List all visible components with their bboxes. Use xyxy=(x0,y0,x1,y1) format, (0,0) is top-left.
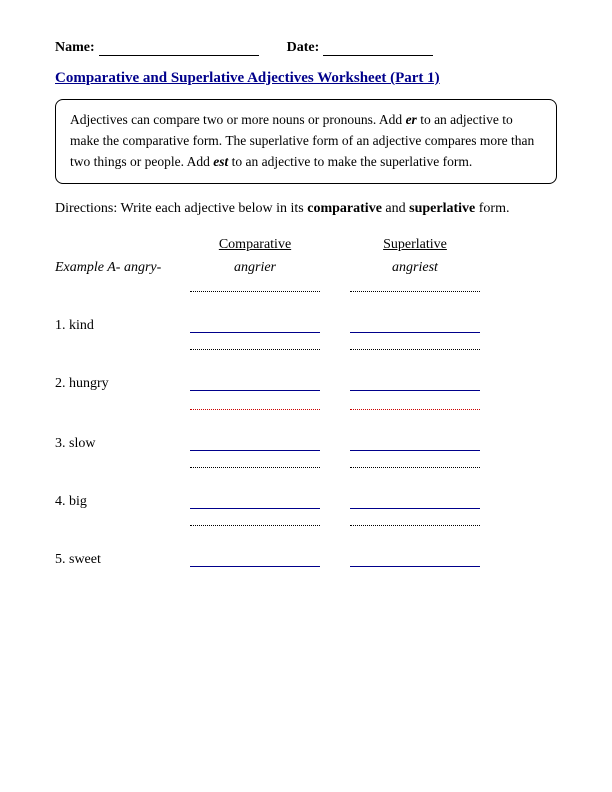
item-3-sup-dotted-line xyxy=(350,467,480,468)
item-5-sup-line[interactable] xyxy=(350,553,480,567)
item-2-comp-red-dotted-line xyxy=(190,409,320,410)
item-3-dotted-row xyxy=(55,457,557,479)
item-5-sup-col xyxy=(335,550,495,570)
item-4-dotted-row xyxy=(55,515,557,537)
item-4-sup-line[interactable] xyxy=(350,495,480,509)
example-superlative-text: angriest xyxy=(350,260,480,276)
example-sup-dotted-line xyxy=(350,291,480,292)
item-2-group: 2. hungry xyxy=(55,365,557,395)
worksheet-title: Comparative and Superlative Adjectives W… xyxy=(55,70,557,87)
comparative-header: Comparative xyxy=(175,237,335,253)
item-4-comp-line[interactable] xyxy=(190,495,320,509)
item-4-group: 4. big xyxy=(55,483,557,537)
item-4-comp-col xyxy=(175,492,335,512)
item-1-comp-dotted-line xyxy=(190,349,320,350)
item-3-sup-line[interactable] xyxy=(350,437,480,451)
item-2-sup-red-dotted-line xyxy=(350,409,480,410)
item-1-dotted-row xyxy=(55,339,557,361)
item-4-sup-dotted xyxy=(335,522,495,529)
item-4-label: 4. big xyxy=(55,494,175,510)
item-4-sup-dotted-line xyxy=(350,525,480,526)
item-5-comp-line[interactable] xyxy=(190,553,320,567)
item-5-group: 5. sweet xyxy=(55,541,557,571)
item-3-sup-dotted xyxy=(335,464,495,471)
item-3-group: 3. slow xyxy=(55,425,557,479)
date-label: Date: xyxy=(287,40,320,56)
item-2-comp-col xyxy=(175,374,335,394)
item-1-comp-line[interactable] xyxy=(190,319,320,333)
info-text-1: Adjectives can compare two or more nouns… xyxy=(70,112,534,169)
item-5-row: 5. sweet xyxy=(55,549,557,571)
item-2-sup-col xyxy=(335,374,495,394)
item-1-sup-col xyxy=(335,316,495,336)
item-3-row: 3. slow xyxy=(55,433,557,455)
example-sup-dotted xyxy=(335,288,495,295)
superlative-header: Superlative xyxy=(335,237,495,253)
item-2-sup-line[interactable] xyxy=(350,377,480,391)
item-5-label: 5. sweet xyxy=(55,552,175,568)
name-field[interactable] xyxy=(99,55,259,56)
example-row-group: Example A- angry- angrier angriest xyxy=(55,257,557,303)
item-1-label: 1. kind xyxy=(55,318,175,334)
item-2-comp-red-dotted xyxy=(175,406,335,413)
item-2-row: 2. hungry xyxy=(55,373,557,395)
item-3-comp-col xyxy=(175,434,335,454)
example-comp-dotted xyxy=(175,288,335,295)
item-1-sup-dotted-line xyxy=(350,349,480,350)
item-1-sup-line[interactable] xyxy=(350,319,480,333)
item-2-red-dotted-row xyxy=(55,399,557,421)
item-2-label: 2. hungry xyxy=(55,376,175,392)
item-2-comp-line[interactable] xyxy=(190,377,320,391)
name-label: Name: xyxy=(55,40,95,56)
item-1-comp-col xyxy=(175,316,335,336)
item-3-sup-col xyxy=(335,434,495,454)
example-label: Example A- angry- xyxy=(55,260,175,276)
item-3-comp-dotted-line xyxy=(190,467,320,468)
item-2-sup-red-dotted xyxy=(335,406,495,413)
directions-prefix: Directions: Write each adjective below i… xyxy=(55,201,509,216)
item-3-comp-line[interactable] xyxy=(190,437,320,451)
example-dotted-row xyxy=(55,281,557,303)
example-comparative-text: angrier xyxy=(190,260,320,276)
example-comparative-col: angrier xyxy=(175,260,335,276)
item-1-comp-dotted xyxy=(175,346,335,353)
item-1-row: 1. kind xyxy=(55,315,557,337)
directions: Directions: Write each adjective below i… xyxy=(55,198,557,219)
example-superlative-col: angriest xyxy=(335,260,495,276)
item-1-sup-dotted xyxy=(335,346,495,353)
example-row: Example A- angry- angrier angriest xyxy=(55,257,557,279)
info-box: Adjectives can compare two or more nouns… xyxy=(55,99,557,184)
example-comp-dotted-line xyxy=(190,291,320,292)
item-4-row: 4. big xyxy=(55,491,557,513)
date-field[interactable] xyxy=(323,55,433,56)
item-4-comp-dotted xyxy=(175,522,335,529)
item-4-sup-col xyxy=(335,492,495,512)
item-1-group: 1. kind xyxy=(55,307,557,361)
item-3-label: 3. slow xyxy=(55,436,175,452)
item-3-comp-dotted xyxy=(175,464,335,471)
item-5-comp-col xyxy=(175,550,335,570)
columns-header: Comparative Superlative xyxy=(175,237,557,253)
item-4-comp-dotted-line xyxy=(190,525,320,526)
header-row: Name: Date: xyxy=(55,40,557,56)
